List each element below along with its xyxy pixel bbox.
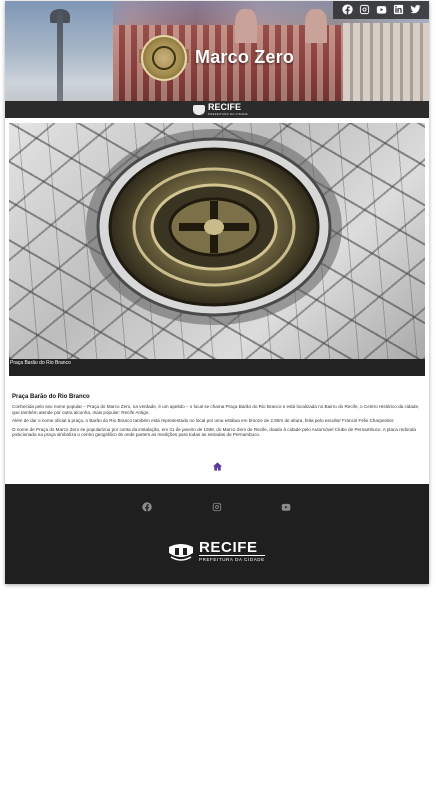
header-recife-logo[interactable]: RECIFE PREFEITURA DA CIDADE [193, 103, 248, 116]
header-banner: Marco Zero RECIFE PREFEITURA DA CIDADE [5, 1, 429, 118]
city-seal-icon [141, 35, 187, 81]
home-icon[interactable] [211, 460, 223, 472]
marco-zero-photo [9, 123, 425, 359]
facebook-icon[interactable] [140, 500, 154, 514]
youtube-icon[interactable] [375, 3, 387, 15]
recife-crest-icon [167, 541, 195, 563]
youtube-icon[interactable] [279, 500, 293, 514]
article-paragraph: Além de dar o nome oficial à praça, o Ba… [12, 418, 395, 424]
linkedin-icon[interactable] [392, 3, 404, 15]
header-logo-text: RECIFE [208, 102, 242, 112]
header-logo-subtext: PREFEITURA DA CIDADE [208, 112, 248, 116]
article-body: Praça Barão do Rio Branco Conhecida pelo… [12, 394, 422, 441]
photo-caption: Praça Barão do Rio Branco [10, 360, 71, 366]
footer: RECIFE PREFEITURA DA CIDADE [5, 484, 429, 584]
footer-logo-subtext: PREFEITURA DA CIDADE [199, 555, 265, 562]
photo-caption-bar: Praça Barão do Rio Branco [9, 359, 425, 376]
twitter-icon[interactable] [409, 3, 421, 15]
footer-social-links [5, 500, 429, 514]
banner-photo-right [343, 23, 429, 103]
page-title: Marco Zero [195, 47, 295, 67]
header-social-links [341, 3, 421, 15]
footer-logo-text: RECIFE [199, 539, 258, 556]
article-heading: Praça Barão do Rio Branco [12, 394, 90, 400]
instagram-icon[interactable] [358, 3, 370, 15]
instagram-icon[interactable] [210, 500, 224, 514]
article-paragraph: O nome de Praça do Marco Zero se popular… [12, 426, 416, 438]
footer-recife-logo[interactable]: RECIFE PREFEITURA DA CIDADE [167, 539, 265, 563]
article-paragraph: Conhecida pelo seu nome popular – Praça … [12, 404, 420, 415]
page-card: Marco Zero RECIFE PREFEITURA DA CIDADE P… [5, 1, 429, 584]
recife-crest-icon [193, 104, 205, 115]
facebook-icon[interactable] [341, 3, 353, 15]
marco-zero-plaque-icon [86, 129, 342, 325]
